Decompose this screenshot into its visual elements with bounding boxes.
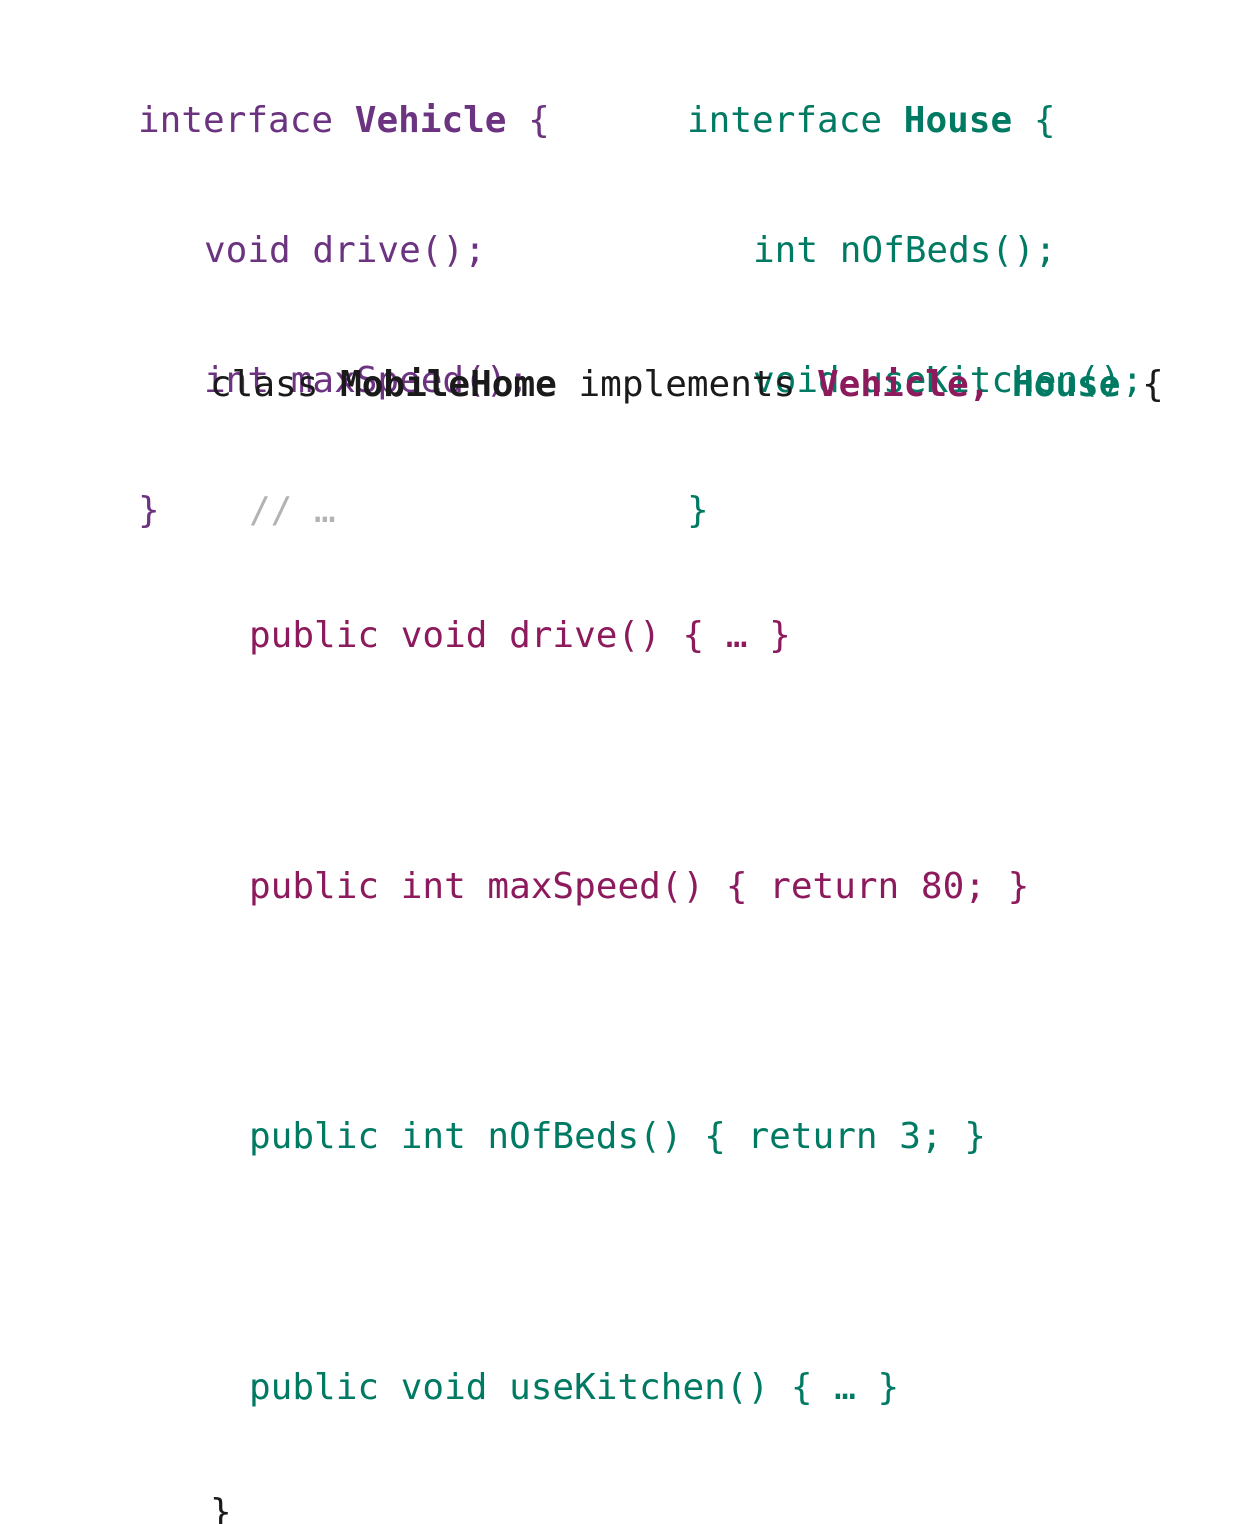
open-brace: { [528, 100, 550, 141]
vehicle-method-drive: void drive(); [138, 227, 550, 275]
code-comment: // … [249, 489, 336, 531]
class-keyword: class [210, 364, 319, 405]
house-interface-name: House [903, 100, 1013, 141]
class-name: MobileHome [340, 364, 557, 405]
interface-keyword: interface [687, 100, 883, 141]
method-maxspeed: public int maxSpeed() { return 80; } [249, 865, 1030, 907]
method-signature: drive(); [312, 230, 486, 271]
house-interface-header: interface House { [687, 97, 1143, 145]
class-header: class MobileHome implements Vehicle, Hou… [210, 362, 1164, 406]
mobilehome-class-code: class MobileHome implements Vehicle, Hou… [210, 280, 1164, 1524]
close-brace: } [210, 1492, 232, 1524]
method-signature: nOfBeds(); [839, 230, 1057, 271]
method-nofbeds: public int nOfBeds() { return 3; } [249, 1116, 986, 1157]
open-brace: { [1142, 364, 1164, 405]
vehicle-interface-header: interface Vehicle { [138, 97, 550, 145]
implemented-house: House [1012, 364, 1121, 405]
vehicle-interface-name: Vehicle [354, 100, 507, 141]
implements-keyword: implements [578, 364, 796, 405]
method-drive: public void drive() { … } [249, 615, 791, 656]
return-type: int [753, 230, 819, 271]
house-method-nofbeds: int nOfBeds(); [687, 227, 1143, 275]
interface-keyword: interface [138, 100, 334, 141]
method-usekitchen: public void useKitchen() { … } [249, 1366, 900, 1408]
implemented-vehicle: Vehicle, [816, 364, 991, 405]
open-brace: { [1033, 100, 1056, 141]
return-type: void [204, 230, 291, 271]
